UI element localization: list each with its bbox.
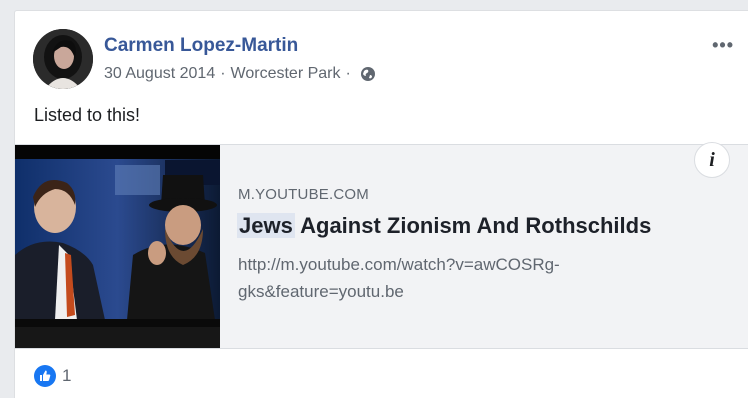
link-preview[interactable]: M.YOUTUBE.COM Jews Against Zionism And R… [15,142,748,349]
link-title-rest: Against Zionism And Rothschilds [294,213,652,238]
post-card: Carmen Lopez-Martin 30 August 2014 · Wor… [14,10,748,398]
globe-icon[interactable] [360,66,376,82]
link-domain: M.YOUTUBE.COM [238,186,369,203]
post-meta: 30 August 2014 · Worcester Park · [104,65,376,83]
like-icon [34,365,56,387]
avatar[interactable] [33,29,93,89]
author-name[interactable]: Carmen Lopez-Martin [104,35,298,57]
more-options-button[interactable]: ••• [712,35,734,56]
meta-separator: · [345,65,351,82]
info-button[interactable]: i [694,142,730,178]
post-date[interactable]: 30 August 2014 [104,65,215,83]
link-url: http://m.youtube.com/watch?v=awCOSRg-gks… [238,255,560,301]
reaction-count: 1 [62,366,72,385]
post-location[interactable]: Worcester Park [231,65,341,83]
link-title-highlight: Jews [237,213,295,238]
post-text: Listed to this! [34,105,141,125]
reaction-summary[interactable]: 1 [34,365,71,387]
link-title[interactable]: Jews Against Zionism And Rothschilds [237,213,651,239]
meta-separator: · [220,65,226,82]
video-thumbnail[interactable] [15,145,220,348]
